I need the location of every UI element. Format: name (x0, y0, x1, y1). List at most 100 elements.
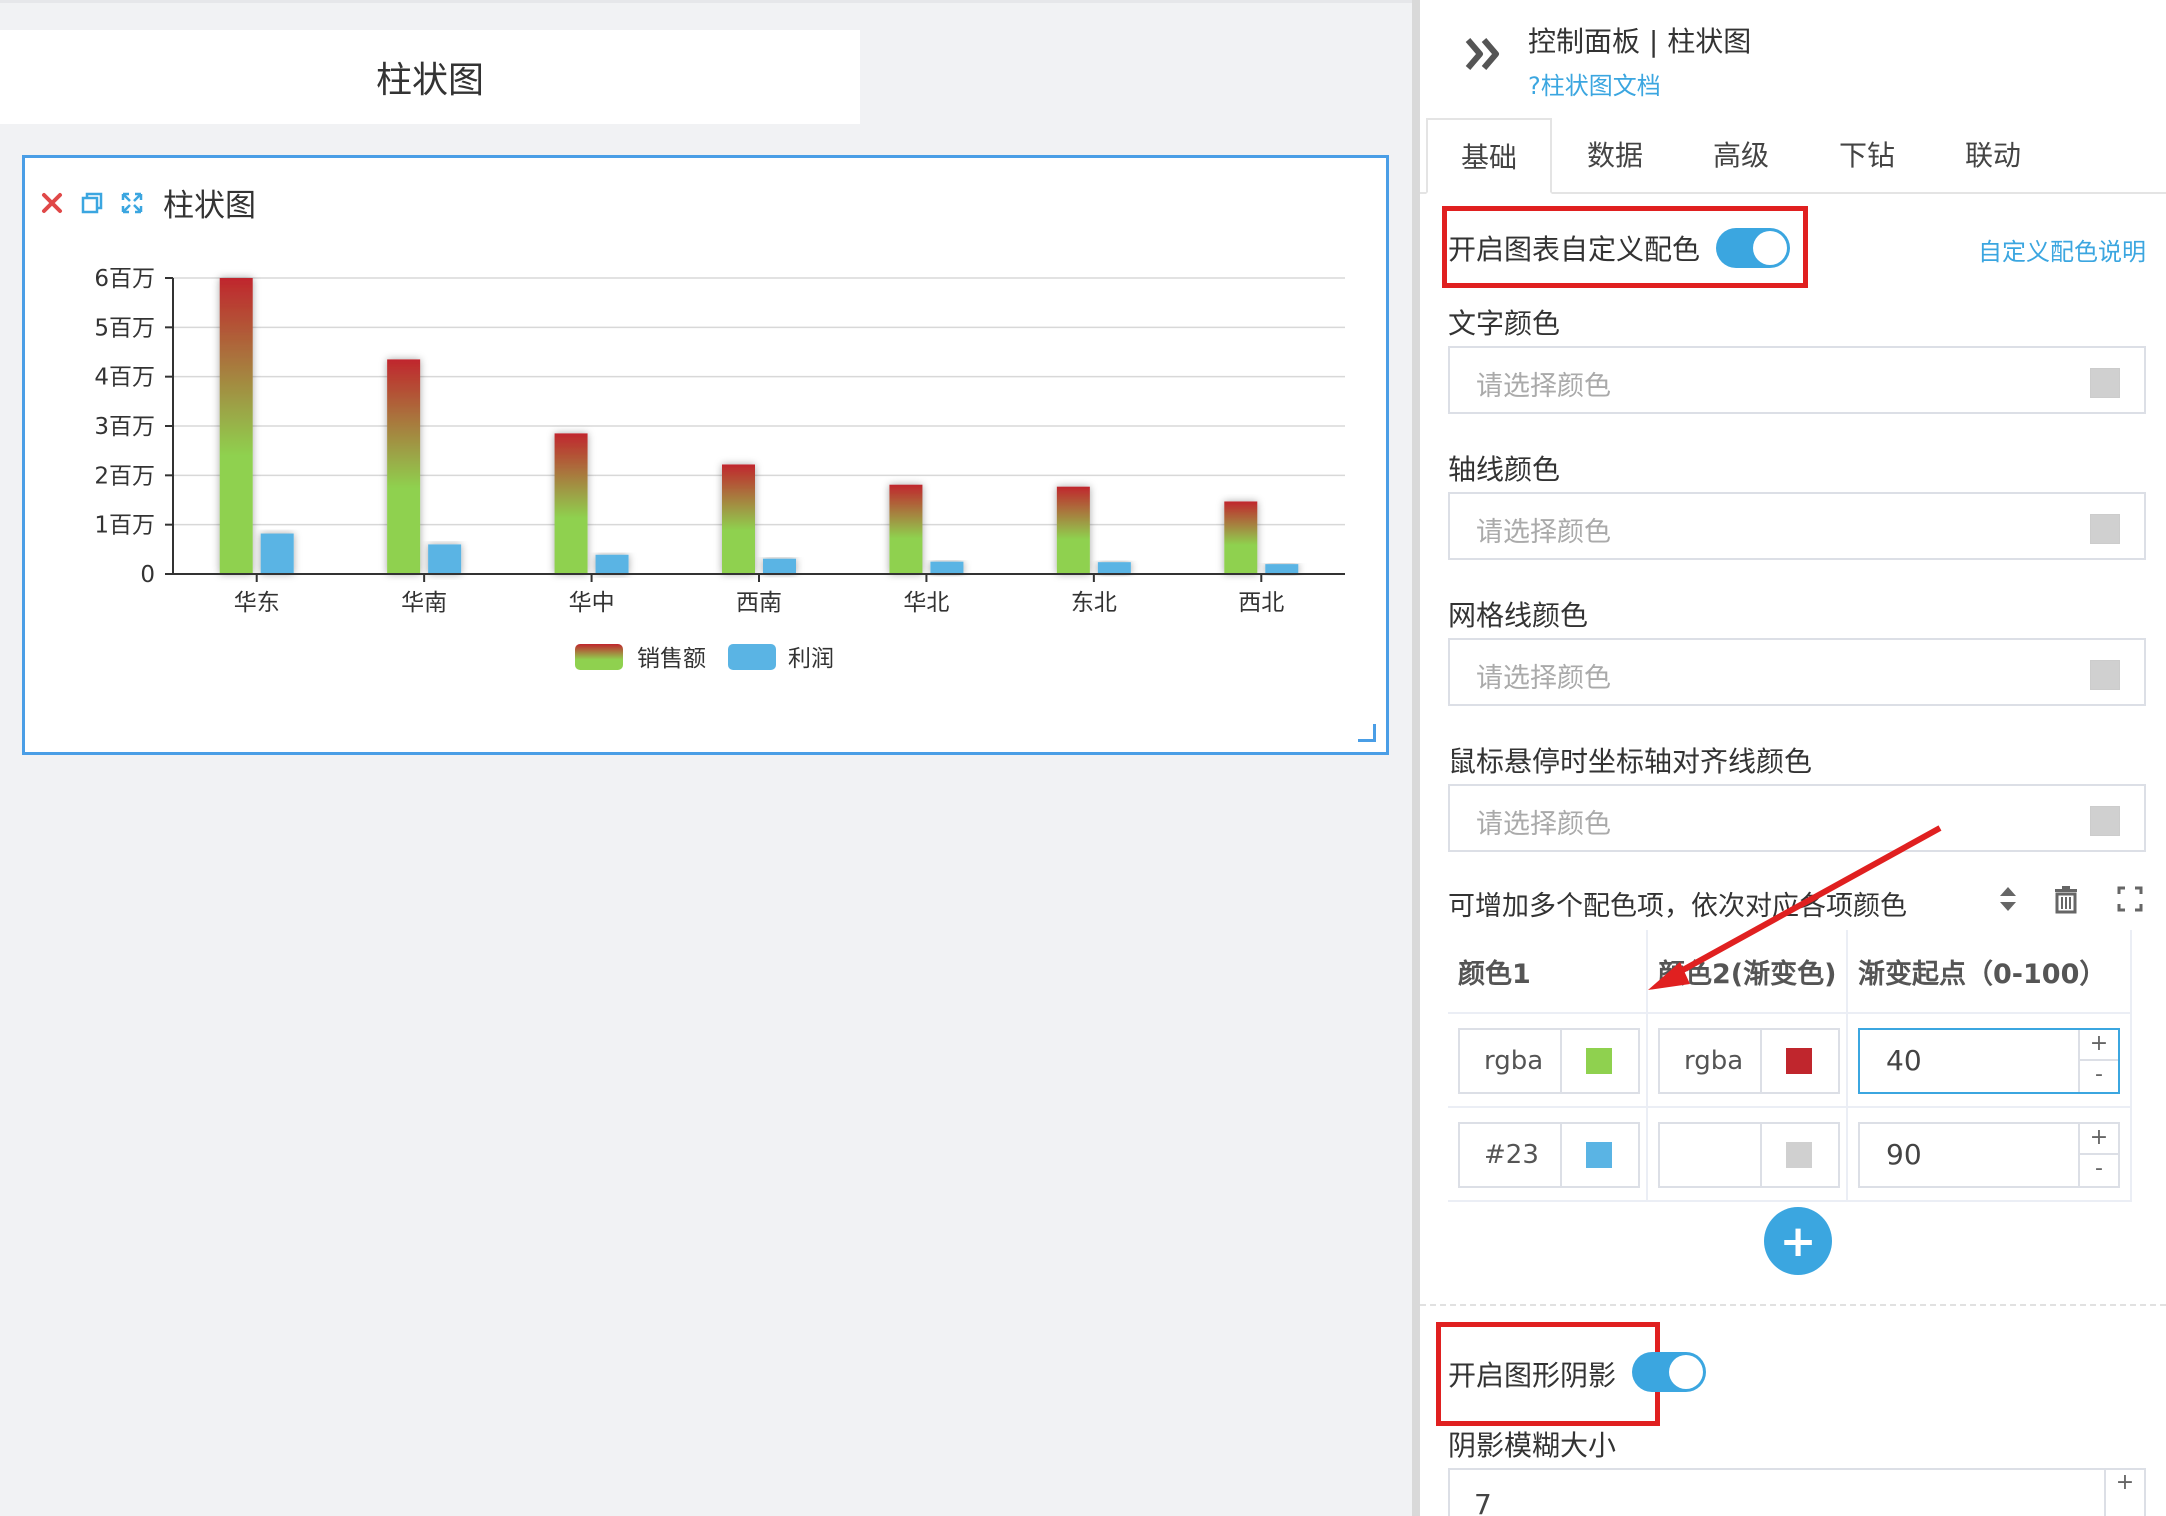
table-header: 渐变起点（0-100） (1848, 930, 2132, 1014)
y-tick-label: 1百万 (94, 513, 155, 539)
color1-swatch[interactable] (1586, 1142, 1612, 1168)
trash-icon[interactable] (2052, 884, 2080, 918)
x-tick-label: 华南 (401, 590, 447, 616)
y-tick-label: 4百万 (94, 365, 155, 391)
y-tick-label: 6百万 (94, 266, 155, 292)
bar-profit (260, 533, 294, 574)
shadow-toggle[interactable] (1632, 1352, 1706, 1392)
panel-title: 控制面板 | 柱状图 (1528, 25, 1752, 58)
bar-profit (1265, 564, 1299, 574)
doc-link[interactable]: ?柱状图文档 (1528, 66, 1661, 101)
y-tick-label: 2百万 (94, 463, 155, 489)
table-cell: 90 + - (1848, 1108, 2132, 1202)
canvas-area: 柱状图 柱状图 0 1百万 2百万 3百万 4百万 5百万 6百万 华东 华南 … (0, 0, 1412, 1516)
section-divider (1420, 1304, 2166, 1306)
color2-swatch[interactable] (1786, 1142, 1812, 1168)
grid-color-placeholder: 请选择颜色 (1476, 663, 1611, 694)
color2-input[interactable] (1658, 1122, 1840, 1188)
step-down-button[interactable]: - (2080, 1155, 2118, 1186)
table-cell: 40 + - (1848, 1014, 2132, 1108)
bar-sales (219, 278, 253, 574)
bar-sales (722, 464, 755, 574)
bar-sales (1056, 486, 1090, 574)
tab-data[interactable]: 数据 (1552, 116, 1678, 192)
x-tick-label: 西南 (736, 590, 782, 616)
legend-swatch-profit (728, 644, 776, 670)
legend-swatch-sales (575, 644, 623, 670)
bar-profit (1097, 562, 1131, 574)
gradient-start-value: 40 (1886, 1044, 1922, 1077)
x-tick-label: 华中 (569, 590, 615, 616)
control-panel: 控制面板 | 柱状图 ?柱状图文档 基础 数据 高级 下钻 联动 开启图表自定义… (1420, 0, 2166, 1516)
title-card[interactable]: 柱状图 (0, 30, 860, 124)
tab-bar: 基础 数据 高级 下钻 联动 (1420, 118, 2166, 194)
table-cell: #23 (1448, 1108, 1648, 1202)
bar-profit (428, 544, 462, 574)
panel-header: 控制面板 | 柱状图 ?柱状图文档 (1420, 0, 2166, 112)
step-down-button[interactable]: - (2080, 1061, 2118, 1092)
grid-color-swatch[interactable] (2090, 660, 2120, 690)
add-color-button[interactable]: + (1764, 1207, 1832, 1275)
axis-color-picker[interactable]: 请选择颜色 (1448, 492, 2146, 560)
table-cell: rgba (1648, 1014, 1848, 1108)
bar-sales (889, 484, 923, 574)
fullscreen-icon[interactable] (2116, 884, 2144, 918)
x-tick-label: 东北 (1071, 590, 1117, 616)
axis-color-placeholder: 请选择颜色 (1476, 517, 1611, 548)
text-color-swatch[interactable] (2090, 368, 2120, 398)
axis-color-label: 轴线颜色 (1448, 453, 1561, 486)
grid-color-picker[interactable]: 请选择颜色 (1448, 638, 2146, 706)
tab-basic[interactable]: 基础 (1426, 118, 1552, 194)
axis-color-swatch[interactable] (2090, 514, 2120, 544)
shadow-blur-input[interactable]: 7 + (1448, 1468, 2146, 1516)
double-chevron-right-icon[interactable] (1462, 32, 1506, 80)
chart-widget[interactable]: 柱状图 0 1百万 2百万 3百万 4百万 5百万 6百万 华东 华南 华中 西南 华北 东北 西北 销售… (22, 155, 1389, 755)
copy-icon[interactable] (79, 190, 105, 216)
color1-input[interactable]: #23 (1458, 1122, 1640, 1188)
shadow-label: 开启图形阴影 (1448, 1359, 1617, 1392)
color1-input[interactable]: rgba (1458, 1028, 1640, 1094)
shadow-blur-label: 阴影模糊大小 (1448, 1429, 1617, 1462)
hover-color-picker[interactable]: 请选择颜色 (1448, 784, 2146, 852)
table-header: 颜色1 (1448, 930, 1648, 1014)
x-tick-label: 西北 (1238, 590, 1284, 616)
panel-divider[interactable] (1412, 0, 1420, 1516)
bar-sales (554, 433, 588, 574)
shadow-blur-value: 7 (1474, 1488, 1492, 1516)
table-cell (1648, 1108, 1848, 1202)
add-button-label: + (1779, 1215, 1817, 1267)
bar-profit (763, 558, 796, 574)
y-tick-label: 5百万 (94, 315, 155, 341)
color2-swatch[interactable] (1786, 1048, 1812, 1074)
bar-profit (595, 554, 629, 574)
custom-color-label: 开启图表自定义配色 (1448, 233, 1701, 266)
expand-icon[interactable] (119, 190, 145, 216)
tab-linkage[interactable]: 联动 (1930, 116, 2056, 192)
table-header: 颜色2(渐变色) (1648, 930, 1848, 1014)
tab-drilldown[interactable]: 下钻 (1804, 116, 1930, 192)
gradient-start-input[interactable]: 90 + - (1858, 1122, 2120, 1188)
multi-color-row: 可增加多个配色项，依次对应各项颜色 (1448, 880, 2146, 924)
step-up-button[interactable]: + (2080, 1030, 2118, 1061)
hover-color-swatch[interactable] (2090, 806, 2120, 836)
step-up-button[interactable]: + (2080, 1124, 2118, 1155)
title-card-text: 柱状图 (375, 60, 484, 101)
tab-advanced[interactable]: 高级 (1678, 116, 1804, 192)
text-color-picker[interactable]: 请选择颜色 (1448, 346, 2146, 414)
color2-input[interactable]: rgba (1658, 1028, 1840, 1094)
y-tick-label: 0 (140, 562, 155, 588)
sort-icon[interactable] (1996, 884, 2020, 918)
legend-label-profit: 利润 (788, 646, 834, 672)
step-up-button[interactable]: + (2104, 1470, 2144, 1516)
text-color-label: 文字颜色 (1448, 307, 1561, 340)
y-tick-label: 3百万 (94, 414, 155, 440)
color1-swatch[interactable] (1586, 1048, 1612, 1074)
hover-color-label: 鼠标悬停时坐标轴对齐线颜色 (1448, 745, 1813, 778)
custom-color-help-link[interactable]: 自定义配色说明 (1978, 232, 2146, 267)
resize-handle[interactable] (1358, 724, 1376, 742)
custom-color-toggle[interactable] (1716, 228, 1790, 268)
hover-color-placeholder: 请选择颜色 (1476, 809, 1611, 840)
gradient-start-input[interactable]: 40 + - (1858, 1028, 2120, 1094)
color1-value: rgba (1484, 1046, 1544, 1076)
close-icon[interactable] (39, 190, 65, 216)
